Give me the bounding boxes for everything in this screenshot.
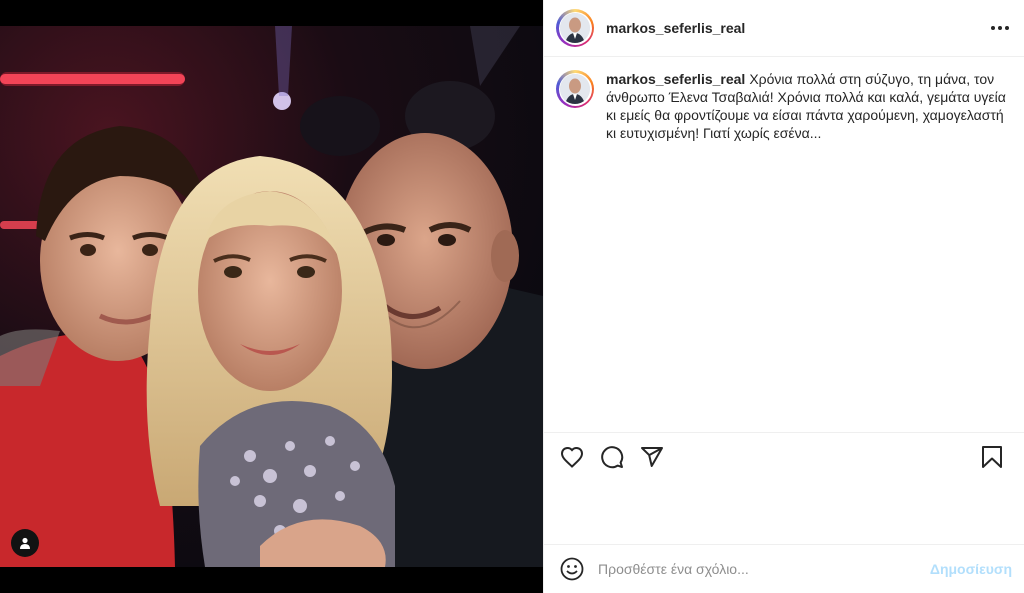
emoji-button[interactable] bbox=[558, 555, 586, 583]
post-comment-button[interactable]: Δημοσίευση bbox=[930, 561, 1012, 577]
caption-body: markos_seferlis_real Χρόνια πολλά στη σύζ… bbox=[606, 70, 1010, 142]
post-caption: markos_seferlis_real Χρόνια πολλά στη σύζ… bbox=[556, 70, 1010, 142]
add-comment-bar: Δημοσίευση bbox=[544, 544, 1024, 593]
avatar-image bbox=[560, 13, 590, 43]
comment-icon bbox=[601, 445, 624, 468]
more-horizontal-icon bbox=[991, 26, 1009, 30]
save-button[interactable] bbox=[972, 437, 1012, 477]
share-button[interactable] bbox=[632, 437, 672, 477]
caption-story-ring[interactable] bbox=[556, 70, 594, 108]
caption-avatar-image bbox=[560, 74, 590, 104]
emoji-icon bbox=[560, 557, 584, 581]
comment-button[interactable] bbox=[592, 437, 632, 477]
bookmark-icon bbox=[982, 445, 1002, 468]
post-photo[interactable] bbox=[0, 26, 543, 567]
caption-avatar bbox=[558, 72, 592, 106]
like-button[interactable] bbox=[552, 437, 592, 477]
user-tag-button[interactable] bbox=[11, 529, 39, 557]
comment-input[interactable] bbox=[598, 561, 930, 577]
avatar bbox=[558, 11, 592, 45]
media-panel bbox=[0, 0, 543, 593]
post-username[interactable]: markos_seferlis_real bbox=[606, 20, 745, 36]
post-header: markos_seferlis_real bbox=[544, 0, 1024, 57]
post-modal: markos_seferlis_real markos_seferlis_rea… bbox=[0, 0, 1024, 593]
caption-username[interactable]: markos_seferlis_real bbox=[606, 71, 745, 87]
user-tag-icon bbox=[20, 537, 30, 549]
heart-icon bbox=[560, 446, 584, 468]
more-options-button[interactable] bbox=[988, 16, 1012, 40]
share-icon bbox=[641, 446, 663, 467]
post-actions bbox=[544, 432, 1024, 480]
story-ring[interactable] bbox=[556, 9, 594, 47]
post-side-panel: markos_seferlis_real markos_seferlis_rea… bbox=[543, 0, 1024, 593]
